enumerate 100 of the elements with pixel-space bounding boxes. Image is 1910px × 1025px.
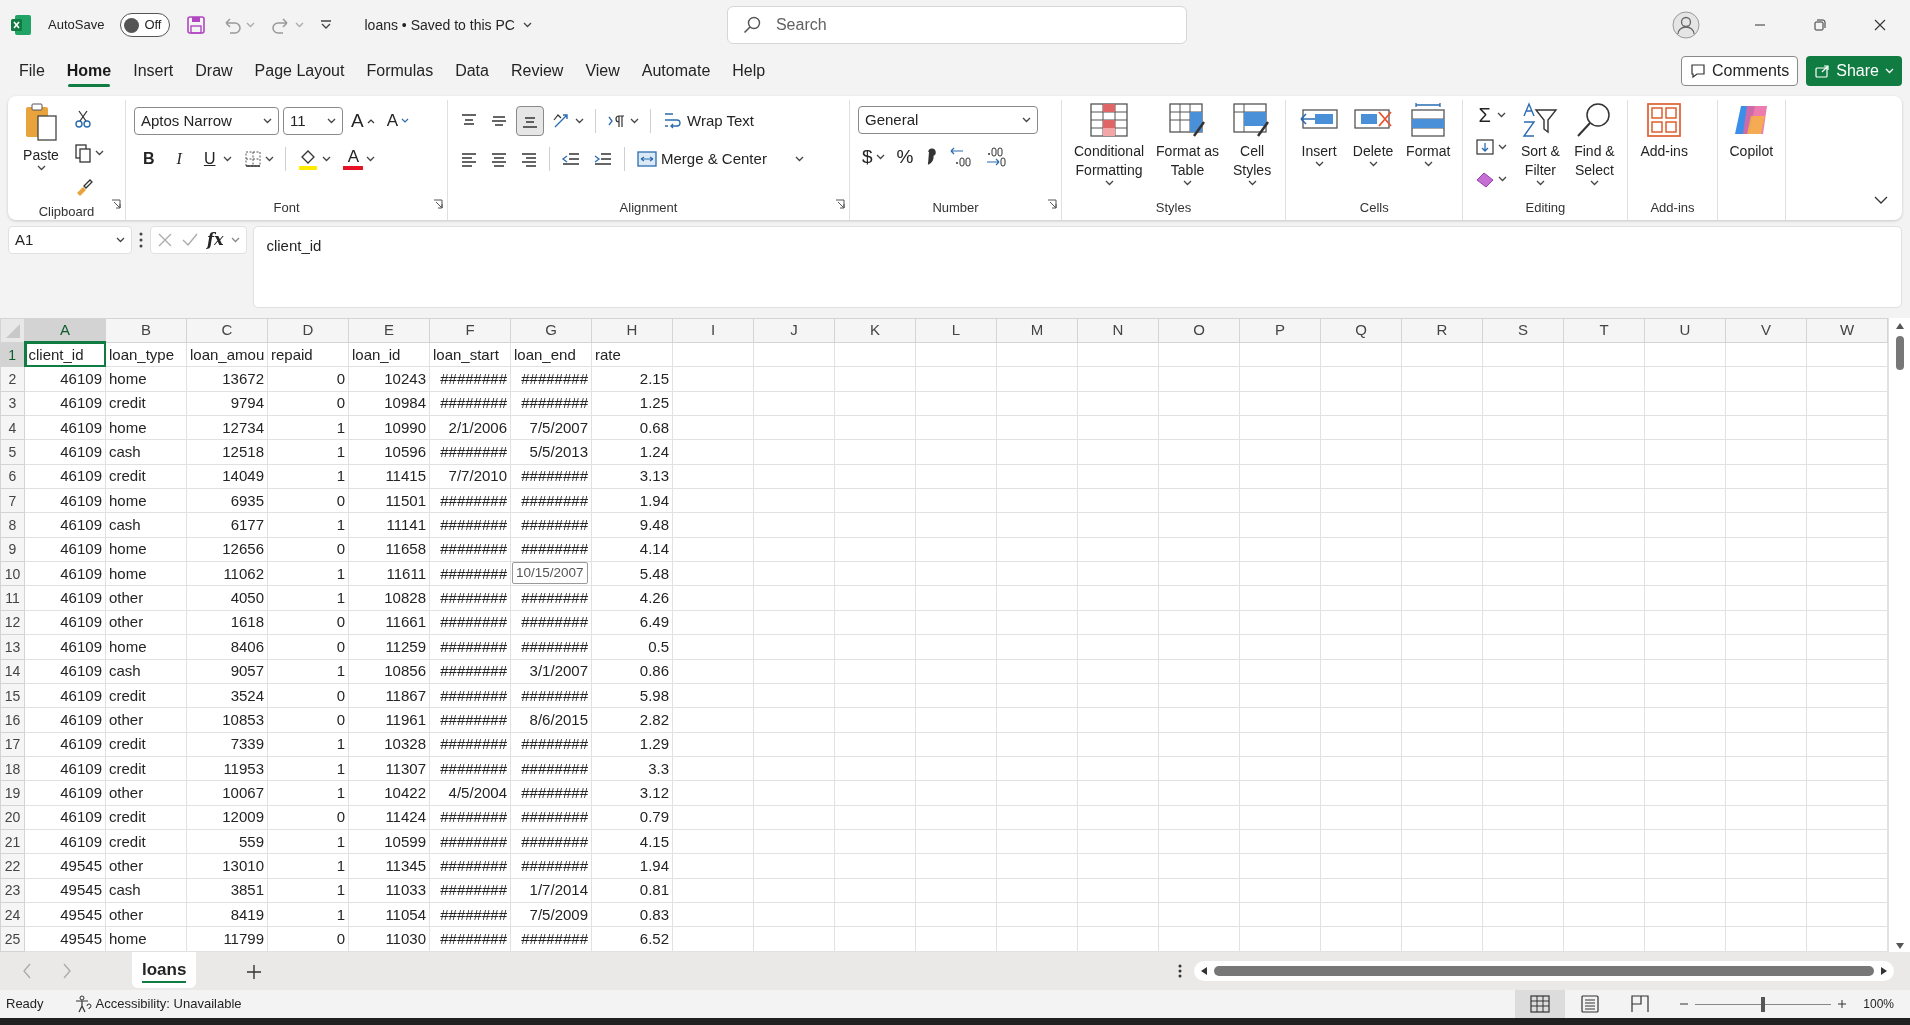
autosum-button[interactable]: Σ bbox=[1471, 100, 1512, 130]
column-header[interactable]: H bbox=[591, 318, 673, 343]
row-header[interactable]: 14 bbox=[0, 659, 25, 684]
row-header[interactable]: 12 bbox=[0, 610, 25, 635]
conditional-button[interactable]: Conditional Formatting bbox=[1070, 100, 1149, 188]
font-name-dropdown[interactable]: Aptos Narrow bbox=[134, 107, 279, 135]
column-header[interactable]: W bbox=[1806, 318, 1888, 343]
share-button[interactable]: Share bbox=[1806, 56, 1902, 86]
horizontal-scrollbar[interactable] bbox=[1194, 961, 1894, 981]
column-header[interactable]: T bbox=[1563, 318, 1645, 343]
row-header[interactable]: 2 bbox=[0, 366, 25, 392]
row-header[interactable]: 21 bbox=[0, 829, 25, 854]
column-header[interactable]: L bbox=[915, 318, 997, 343]
row-header[interactable]: 7 bbox=[0, 488, 25, 513]
column-header[interactable]: D bbox=[267, 318, 349, 343]
row-header[interactable]: 5 bbox=[0, 439, 25, 465]
column-header[interactable]: K bbox=[834, 318, 916, 343]
row-header[interactable]: 24 bbox=[0, 902, 25, 927]
column-header[interactable]: G bbox=[510, 318, 592, 343]
delete-button[interactable]: Delete bbox=[1348, 100, 1399, 169]
find-button[interactable]: Find & Select bbox=[1569, 100, 1620, 188]
table-button[interactable]: Format as Table bbox=[1152, 100, 1224, 188]
ribbon-tab[interactable]: Review bbox=[499, 53, 575, 89]
column-header[interactable]: J bbox=[753, 318, 835, 343]
ribbon-tab[interactable]: Home bbox=[55, 53, 123, 89]
ribbon-tab[interactable]: View bbox=[574, 53, 631, 89]
column-header[interactable]: N bbox=[1077, 318, 1159, 343]
zoom-level[interactable]: 100% bbox=[1863, 995, 1894, 1013]
search-field[interactable]: Search bbox=[726, 6, 1187, 44]
comments-button[interactable]: Comments bbox=[1680, 56, 1799, 86]
ribbon-tab[interactable]: Page Layout bbox=[243, 53, 356, 89]
column-header[interactable]: U bbox=[1644, 318, 1726, 343]
sort-button[interactable]: Sort & Filter bbox=[1515, 100, 1566, 188]
percent-button[interactable]: % bbox=[892, 142, 918, 172]
ribbon-tab[interactable]: Draw bbox=[184, 53, 244, 89]
row-header[interactable]: 3 bbox=[0, 391, 25, 416]
zoom-slider-thumb[interactable] bbox=[1761, 996, 1766, 1012]
column-header[interactable]: M bbox=[996, 318, 1078, 343]
row-header[interactable]: 19 bbox=[0, 780, 25, 806]
column-header[interactable]: P bbox=[1239, 318, 1321, 343]
bold-button[interactable]: B bbox=[134, 144, 164, 174]
ribbon-tab[interactable]: Insert bbox=[122, 53, 185, 89]
cellstyles-button[interactable]: Cell Styles bbox=[1227, 100, 1278, 188]
caret-up-icon bbox=[366, 118, 375, 124]
column-header[interactable]: I bbox=[672, 318, 754, 343]
column-header[interactable]: C bbox=[186, 318, 268, 343]
row-header[interactable]: 23 bbox=[0, 878, 25, 903]
paste-button[interactable]: Paste bbox=[16, 100, 66, 173]
document-title[interactable]: loans • Saved to this PC bbox=[364, 14, 532, 36]
column-header[interactable]: O bbox=[1158, 318, 1240, 343]
number-format-dropdown[interactable]: General bbox=[858, 106, 1038, 134]
insert-button[interactable]: Insert bbox=[1294, 100, 1345, 169]
autosave-toggle[interactable]: Off bbox=[120, 13, 171, 37]
column-header[interactable]: B bbox=[105, 318, 187, 343]
decrease-font-size-button[interactable]: A bbox=[382, 106, 414, 136]
row-header[interactable]: 11 bbox=[0, 585, 25, 611]
ribbon-tab[interactable]: File bbox=[8, 53, 56, 89]
scrollbar-thumb[interactable] bbox=[1895, 336, 1904, 370]
underline-button[interactable]: U bbox=[194, 144, 237, 174]
ribbon-tab[interactable]: Automate bbox=[630, 53, 722, 89]
column-header[interactable]: F bbox=[429, 318, 511, 343]
view-button[interactable] bbox=[1515, 990, 1566, 1018]
row-header[interactable]: 18 bbox=[0, 756, 25, 781]
row-header[interactable]: 22 bbox=[0, 853, 25, 879]
column-header[interactable]: S bbox=[1482, 318, 1564, 343]
row-header[interactable]: 10 bbox=[0, 561, 25, 586]
column-header[interactable]: A bbox=[24, 318, 106, 343]
row-header[interactable]: 1 bbox=[0, 342, 25, 367]
merge-center-button[interactable]: Merge & Center bbox=[632, 144, 808, 174]
row-header[interactable]: 17 bbox=[0, 732, 25, 757]
insert-function-button[interactable]: fx bbox=[207, 228, 224, 252]
column-header[interactable]: Q bbox=[1320, 318, 1402, 343]
copilot-button[interactable]: Copilot bbox=[1725, 100, 1778, 163]
row-header[interactable]: 20 bbox=[0, 805, 25, 830]
column-header[interactable]: E bbox=[348, 318, 430, 343]
column-header[interactable]: R bbox=[1401, 318, 1483, 343]
ribbon-tab[interactable]: Help bbox=[721, 53, 777, 89]
row-header[interactable]: 13 bbox=[0, 634, 25, 659]
row-header[interactable]: 16 bbox=[0, 707, 25, 733]
ribbon-tab[interactable]: Formulas bbox=[355, 53, 445, 89]
wrap-text-button[interactable]: Wrap Text bbox=[658, 106, 758, 136]
format-button[interactable]: Format bbox=[1402, 100, 1455, 169]
column-header[interactable]: V bbox=[1725, 318, 1807, 343]
accessibility-status[interactable]: Accessibility: Unavailable bbox=[95, 994, 242, 1014]
row-header[interactable]: 25 bbox=[0, 926, 25, 952]
font-size-dropdown[interactable]: 11 bbox=[283, 107, 343, 135]
row-header[interactable]: 9 bbox=[0, 537, 25, 562]
row-header[interactable]: 15 bbox=[0, 683, 25, 708]
row-header[interactable]: 4 bbox=[0, 415, 25, 440]
currency-button[interactable]: $ bbox=[858, 142, 889, 172]
font-color-button[interactable]: A bbox=[339, 144, 380, 174]
row-header[interactable]: 6 bbox=[0, 464, 25, 489]
bottom-align-button[interactable] bbox=[516, 106, 544, 136]
italic-button[interactable]: I bbox=[167, 144, 191, 174]
addins-button[interactable]: Add-ins bbox=[1636, 100, 1692, 163]
row-header[interactable]: 8 bbox=[0, 512, 25, 538]
ribbon-tab[interactable]: Data bbox=[444, 53, 500, 89]
name-box[interactable]: A1 bbox=[8, 226, 132, 254]
increase-font-size-button[interactable]: A bbox=[347, 106, 379, 136]
sheet-tab[interactable]: loans bbox=[132, 952, 197, 988]
